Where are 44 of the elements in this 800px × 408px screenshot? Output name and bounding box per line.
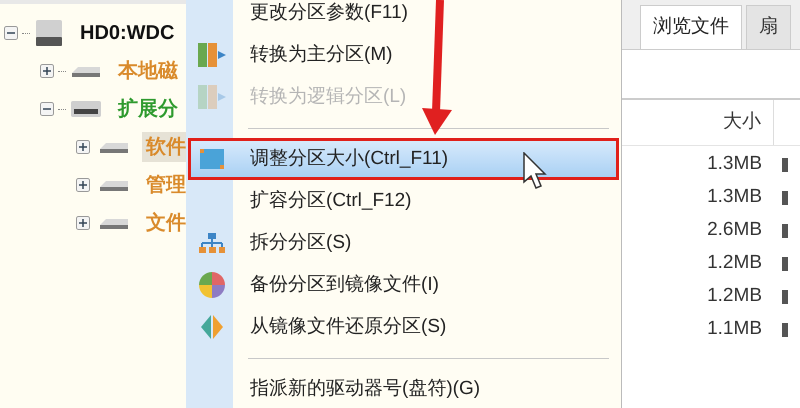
table-cell-text: 1.1MB (706, 317, 762, 342)
table-cell-text: 1.3MB (706, 185, 762, 210)
mouse-cursor-icon (523, 152, 547, 190)
file-icon (782, 158, 788, 172)
table-cell-text: 1.2MB (706, 284, 762, 308)
drive-icon (98, 216, 130, 230)
file-icon (782, 256, 788, 270)
file-icon (782, 190, 788, 204)
split-icon (198, 232, 226, 254)
drive-icon (98, 178, 130, 192)
collapse-icon[interactable] (4, 26, 18, 40)
table-cell-text: 2.6MB (706, 218, 762, 242)
menu-item[interactable]: 从镜像文件还原分区(S) (188, 306, 619, 348)
menu-item[interactable]: 拆分分区(S) (188, 222, 619, 264)
menu-item[interactable]: 更改分区参数(F11) (188, 0, 619, 34)
tab[interactable]: 扇 (746, 5, 791, 49)
menu-item[interactable]: 扩容分区(Ctrl_F12) (188, 180, 619, 222)
table-cell-text: 1.3MB (706, 152, 762, 176)
restore-icon (200, 313, 224, 341)
hard-disk-icon (34, 19, 64, 47)
drive-icon (70, 100, 102, 118)
expand-icon[interactable] (40, 64, 54, 78)
menu-item[interactable]: 调整分区大小(Ctrl_F11) (188, 138, 619, 180)
tab[interactable]: 浏览文件 (640, 5, 742, 49)
convert-icon (197, 84, 227, 110)
tree-item[interactable]: 扩展分 (114, 94, 182, 124)
file-icon (782, 290, 788, 304)
backup-icon (198, 271, 226, 299)
expand-icon[interactable] (76, 178, 90, 192)
file-icon (782, 224, 788, 238)
column-header[interactable]: 大小 (622, 100, 774, 145)
drive-icon (70, 64, 102, 78)
menu-item[interactable]: 备份分区到镜像文件(I) (188, 264, 619, 306)
menu-item[interactable]: 转换为主分区(M) (188, 34, 619, 76)
convert-icon (197, 42, 227, 68)
collapse-icon[interactable] (40, 102, 54, 116)
menu-item[interactable]: 指派新的驱动器号(盘符)(G) (188, 368, 619, 408)
resize-icon (199, 148, 225, 170)
expand-icon[interactable] (76, 140, 90, 154)
table-cell-text: 1.2MB (706, 251, 762, 276)
expand-icon[interactable] (76, 216, 90, 230)
drive-icon (98, 140, 130, 154)
file-icon (782, 322, 788, 336)
tree-item[interactable]: HD0:WDC (76, 18, 178, 48)
